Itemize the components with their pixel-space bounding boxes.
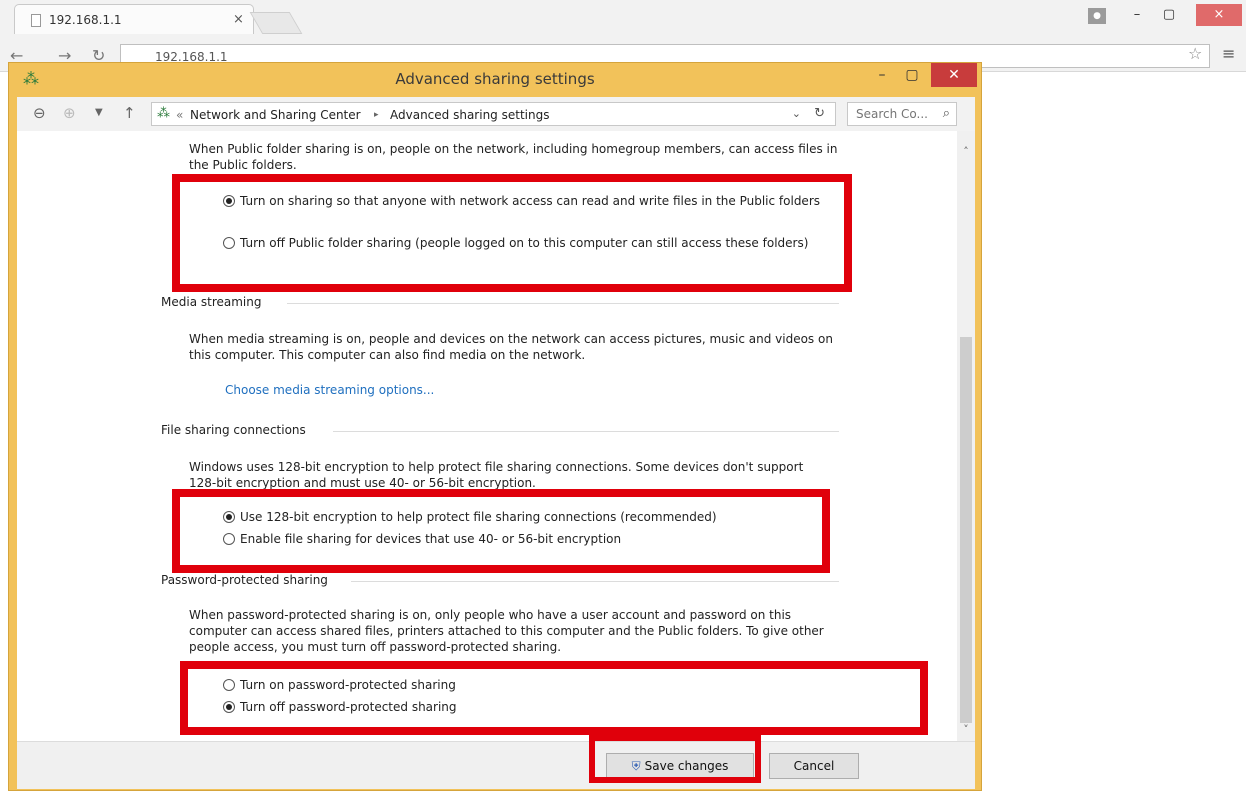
breadcrumb-network-sharing-center[interactable]: Network and Sharing Center <box>190 108 361 122</box>
vertical-scrollbar[interactable]: ˄ ˅ <box>957 131 975 741</box>
search-input[interactable] <box>848 103 934 125</box>
address-bar[interactable]: ⁂ « Network and Sharing Center ▸ Advance… <box>151 102 836 126</box>
browser-menu-icon[interactable]: ≡ <box>1222 44 1235 63</box>
address-dropdown-icon[interactable]: ⌄ <box>792 107 801 120</box>
refresh-icon[interactable]: ↻ <box>814 106 825 121</box>
recent-locations-icon[interactable]: ▼ <box>95 107 103 118</box>
window-minimize-button[interactable]: – <box>867 63 897 87</box>
browser-tab[interactable]: 192.168.1.1 × <box>14 4 254 34</box>
breadcrumb-separator-icon: ▸ <box>374 110 379 120</box>
breadcrumb-advanced-sharing-settings[interactable]: Advanced sharing settings <box>390 108 549 122</box>
navigation-bar: ⊖ ⊕ ▼ ↑ ⁂ « Network and Sharing Center ▸… <box>17 97 975 131</box>
section-divider <box>333 431 839 432</box>
media-streaming-heading: Media streaming <box>161 295 262 309</box>
search-box[interactable]: ⌕ <box>847 102 957 126</box>
media-streaming-description: When media streaming is on, people and d… <box>189 332 833 362</box>
file-sharing-description: Windows uses 128-bit encryption to help … <box>189 460 804 490</box>
highlight-password-options <box>180 661 928 735</box>
user-icon[interactable]: ● <box>1088 8 1106 24</box>
network-icon: ⁂ <box>157 106 170 121</box>
password-sharing-description: When password-protected sharing is on, o… <box>189 608 824 654</box>
window-maximize-button[interactable]: ▢ <box>897 63 927 87</box>
forward-icon[interactable]: ⊕ <box>63 104 76 122</box>
password-sharing-heading: Password-protected sharing <box>161 573 328 587</box>
browser-tab-title: 192.168.1.1 <box>49 13 122 27</box>
up-arrow-icon[interactable]: ↑ <box>123 104 136 122</box>
close-tab-icon[interactable]: × <box>233 12 244 27</box>
section-divider <box>351 581 839 582</box>
window-close-button[interactable]: ✕ <box>931 63 977 87</box>
dialog-footer: ⛨ Save changes Cancel <box>17 741 975 789</box>
search-icon[interactable]: ⌕ <box>943 106 950 121</box>
section-divider <box>287 303 839 304</box>
browser-minimize-button[interactable]: – <box>1124 4 1150 26</box>
highlight-save-button <box>589 735 761 783</box>
breadcrumb-overflow[interactable]: « <box>176 108 183 122</box>
scrollbar-thumb[interactable] <box>960 337 972 723</box>
file-sharing-heading: File sharing connections <box>161 423 306 437</box>
public-folder-description: When Public folder sharing is on, people… <box>189 142 838 172</box>
browser-restore-button[interactable]: ▢ <box>1156 4 1182 26</box>
scroll-down-icon[interactable]: ˅ <box>957 723 975 736</box>
cancel-button[interactable]: Cancel <box>769 753 859 779</box>
back-icon[interactable]: ⊖ <box>33 104 46 122</box>
page-icon <box>31 14 41 27</box>
browser-tab-strip: 192.168.1.1 × ● – ▢ × <box>0 0 1246 40</box>
window-title-bar: ⁂ Advanced sharing settings – ▢ ✕ <box>9 63 981 97</box>
bookmark-star-icon[interactable]: ☆ <box>1188 44 1202 63</box>
browser-close-button[interactable]: × <box>1196 4 1242 26</box>
highlight-public-folder-options <box>172 174 852 292</box>
media-streaming-options-link[interactable]: Choose media streaming options... <box>225 383 434 397</box>
window-title: Advanced sharing settings <box>395 70 595 88</box>
new-tab-button[interactable] <box>249 12 303 34</box>
scroll-up-icon[interactable]: ˄ <box>957 145 975 158</box>
highlight-encryption-options <box>172 489 830 573</box>
